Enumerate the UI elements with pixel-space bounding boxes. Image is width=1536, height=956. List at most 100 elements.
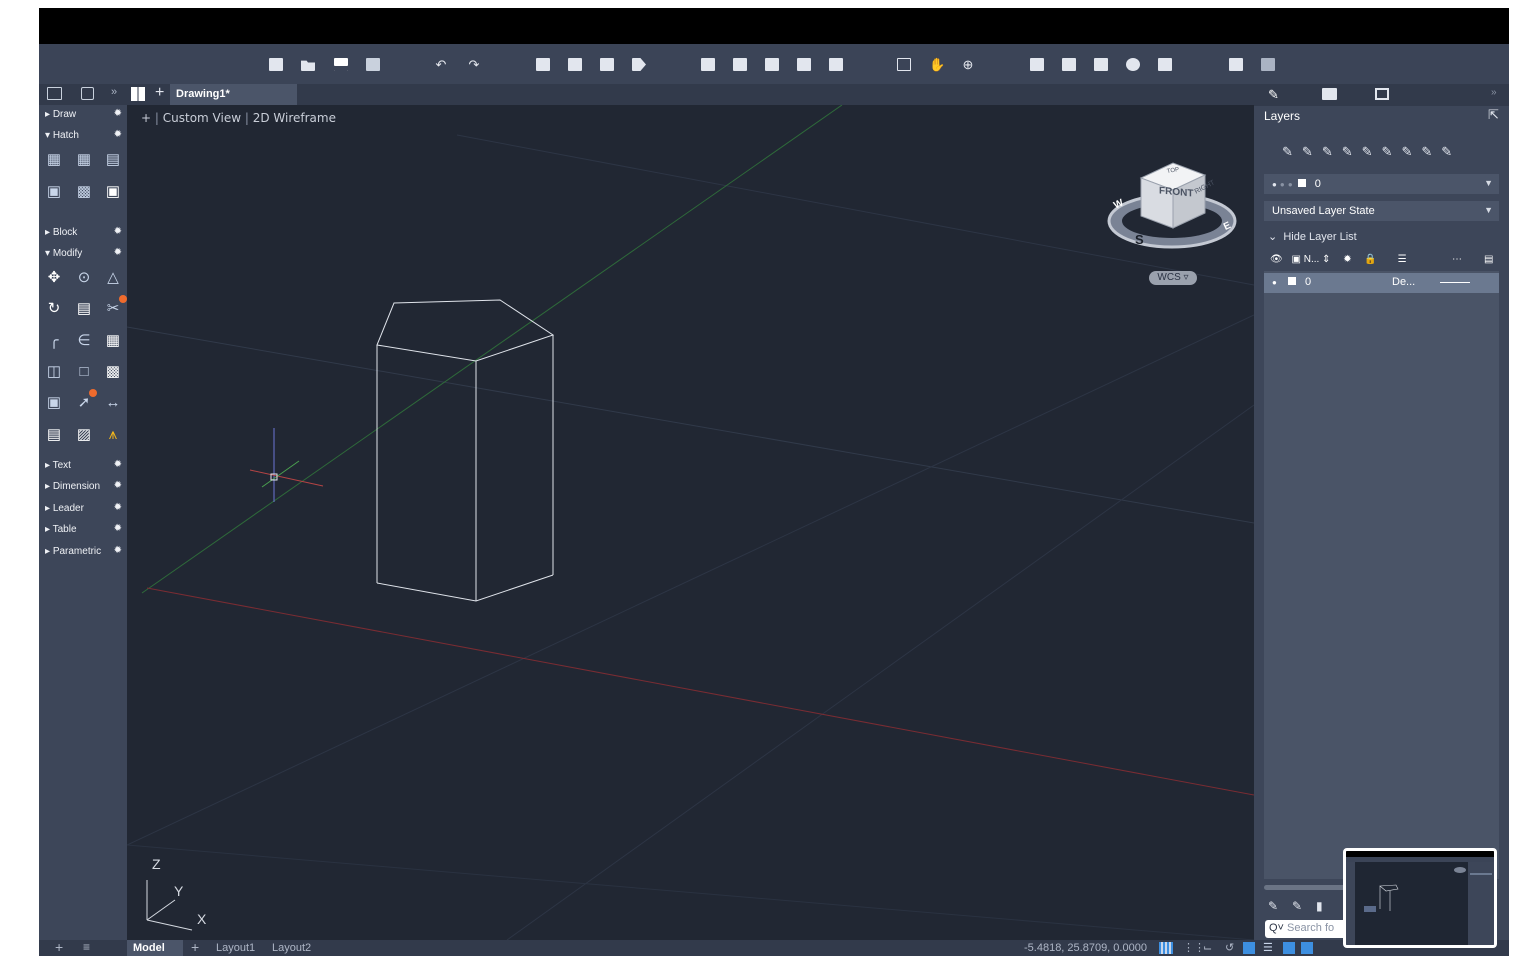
- redo-icon[interactable]: ↷: [467, 58, 481, 71]
- erase-icon[interactable]: ▤: [46, 427, 62, 443]
- lineweight-column-icon[interactable]: ⋯: [1452, 254, 1462, 265]
- new-tab-plus-icon[interactable]: +: [155, 84, 164, 102]
- gear-icon[interactable]: ✹: [114, 129, 122, 140]
- gear-icon[interactable]: ✹: [114, 523, 122, 534]
- grid-toggle-icon[interactable]: [1159, 942, 1173, 954]
- section-parametric[interactable]: ▸ Parametric ✹: [39, 542, 127, 562]
- wipeout-icon[interactable]: ▩: [76, 184, 92, 200]
- layer-match-icon[interactable]: ✎: [1441, 144, 1461, 159]
- current-layer-dropdown[interactable]: ● ● ● 0 ▼: [1264, 174, 1499, 194]
- compass-south[interactable]: S: [1135, 232, 1144, 247]
- section-leader[interactable]: ▸ Leader ✹: [39, 499, 127, 519]
- gear-icon[interactable]: ✹: [114, 226, 122, 237]
- layer-freeze-icon[interactable]: ✎: [1382, 144, 1402, 159]
- sheet-set-icon[interactable]: [1158, 58, 1172, 71]
- hatch-icon[interactable]: ▦: [46, 152, 62, 168]
- gear-icon[interactable]: ✹: [114, 459, 122, 470]
- tab-layout1[interactable]: Layout1: [210, 940, 261, 956]
- properties-icon[interactable]: [1030, 58, 1044, 71]
- rotate-icon[interactable]: ↻: [46, 301, 62, 317]
- layer-filter-icon[interactable]: ✎: [1292, 899, 1302, 913]
- fillet-icon[interactable]: ╭: [46, 333, 62, 349]
- layer-row[interactable]: ● 0 De...: [1264, 273, 1499, 293]
- properties-tab-icon[interactable]: [1375, 88, 1389, 100]
- join-icon[interactable]: ▩: [105, 364, 121, 380]
- new-layer-icon[interactable]: ✎: [1282, 144, 1302, 159]
- drawing-canvas[interactable]: + | Custom View | 2D Wireframe FRONT RIG…: [127, 105, 1254, 940]
- extend-icon[interactable]: ↔: [105, 395, 121, 411]
- scale-icon[interactable]: □: [76, 364, 92, 380]
- trim-icon[interactable]: ✂: [105, 301, 121, 317]
- blocks-tab-icon[interactable]: [1322, 88, 1337, 100]
- panel-expand-icon[interactable]: »: [1491, 87, 1497, 98]
- linetype-column-icon[interactable]: ☰: [1398, 254, 1407, 265]
- revcloud-icon[interactable]: ▣: [105, 184, 121, 200]
- section-modify[interactable]: ▾ Modify ✹: [39, 244, 127, 264]
- gear-icon[interactable]: ✹: [114, 502, 122, 513]
- ortho-toggle-icon[interactable]: ⌙: [1203, 941, 1212, 954]
- import-icon[interactable]: [701, 58, 715, 71]
- section-draw[interactable]: ▸ Draw ✹: [39, 105, 127, 125]
- polar-toggle-icon[interactable]: ↺: [1225, 941, 1234, 954]
- share-icon[interactable]: [1261, 58, 1275, 71]
- detach-panel-icon[interactable]: ⇱: [1488, 107, 1499, 123]
- wcs-menu[interactable]: WCS ▿: [1149, 271, 1197, 285]
- explode-icon[interactable]: ◫: [46, 364, 62, 380]
- 3d-box-icon[interactable]: [81, 87, 94, 100]
- gear-icon[interactable]: ✹: [114, 480, 122, 491]
- align-icon[interactable]: ⩚: [105, 427, 121, 443]
- layer-linetype[interactable]: De...: [1392, 276, 1415, 288]
- section-block[interactable]: ▸ Block ✹: [39, 223, 127, 243]
- pan-hand-icon[interactable]: ✋: [929, 58, 945, 71]
- tool-palettes-icon[interactable]: [1126, 58, 1140, 71]
- layer-unlock-icon[interactable]: ✎: [1421, 144, 1441, 159]
- add-layout-plus-icon[interactable]: +: [55, 940, 63, 954]
- lock-column-icon[interactable]: 🔒: [1364, 254, 1376, 265]
- zoom-window-icon[interactable]: [897, 58, 911, 71]
- move-icon[interactable]: ✥: [46, 270, 62, 286]
- layer-state-dropdown[interactable]: Unsaved Layer State ▼: [1264, 201, 1499, 221]
- plot-icon[interactable]: [536, 58, 550, 71]
- break-icon[interactable]: ▣: [46, 395, 62, 411]
- open-file-icon[interactable]: [301, 58, 315, 71]
- design-center-icon[interactable]: [1094, 58, 1108, 71]
- xref-icon[interactable]: [797, 58, 811, 71]
- attach-icon[interactable]: [765, 58, 779, 71]
- gear-icon[interactable]: ✹: [114, 108, 122, 119]
- section-text[interactable]: ▸ Text ✹: [39, 456, 127, 476]
- mirror-icon[interactable]: △: [105, 270, 121, 286]
- tab-model[interactable]: Model: [127, 940, 183, 956]
- name-column[interactable]: ▣ N... ⇕: [1291, 254, 1330, 265]
- section-dimension[interactable]: ▸ Dimension ✹: [39, 477, 127, 497]
- viewport-layout-icon[interactable]: [47, 87, 62, 100]
- screenshot-thumbnail[interactable]: [1343, 848, 1497, 948]
- batch-plot-icon[interactable]: [568, 58, 582, 71]
- lineweight-toggle-icon[interactable]: ☰: [1263, 941, 1273, 954]
- layer-properties-icon[interactable]: ✎: [1302, 144, 1322, 159]
- new-file-icon[interactable]: [269, 58, 283, 71]
- layout-list-icon[interactable]: ≡: [83, 941, 90, 953]
- tab-drawing1[interactable]: Drawing1*: [170, 84, 297, 105]
- plot-column-icon[interactable]: ▤: [1484, 254, 1493, 265]
- layer-color-swatch[interactable]: [1287, 277, 1296, 285]
- freeze-column-icon[interactable]: ✹: [1343, 254, 1351, 265]
- orbit-icon[interactable]: ⊕: [961, 58, 975, 71]
- new-layout-plus-icon[interactable]: +: [191, 940, 199, 954]
- offset-icon[interactable]: ∈: [76, 333, 92, 349]
- gradient-icon[interactable]: ▦: [76, 152, 92, 168]
- layers-tab-icon[interactable]: ✎: [1268, 87, 1279, 103]
- compare-icon[interactable]: [829, 58, 843, 71]
- visibility-dot-icon[interactable]: ●: [1272, 278, 1277, 287]
- selection-cycling-icon[interactable]: [1301, 942, 1313, 954]
- undo-icon[interactable]: ↶: [434, 58, 448, 71]
- export-icon[interactable]: [733, 58, 747, 71]
- stretch-icon[interactable]: ▤: [76, 301, 92, 317]
- expand-chevron-icon[interactable]: »: [111, 86, 117, 98]
- visibility-column-icon[interactable]: 👁: [1270, 254, 1283, 265]
- region-icon[interactable]: ▣: [46, 184, 62, 200]
- boundary-icon[interactable]: ▤: [105, 152, 121, 168]
- viewcube[interactable]: [1107, 162, 1237, 249]
- gear-icon[interactable]: ✹: [114, 247, 122, 258]
- layer-lock-icon[interactable]: ✎: [1401, 144, 1421, 159]
- section-hatch[interactable]: ▾ Hatch ✹: [39, 126, 127, 146]
